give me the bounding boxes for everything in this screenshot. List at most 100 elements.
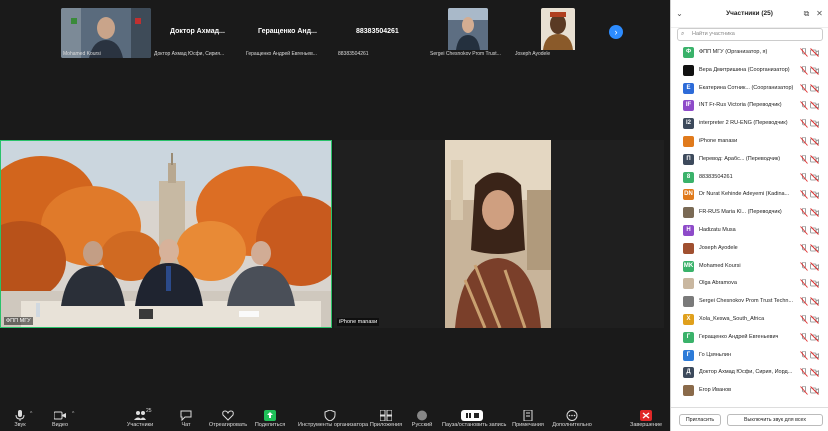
muted-mic-icon[interactable] [800,136,808,146]
meeting-area: Mohamed Koursi Доктор Ахмад... Доктор Ах… [0,0,670,407]
mute-all-button[interactable]: Выключить звук для всех [727,414,823,426]
muted-mic-icon[interactable] [800,386,808,395]
muted-mic-icon[interactable] [800,261,808,271]
muted-mic-icon[interactable] [800,83,808,93]
video-off-icon[interactable] [810,190,819,200]
participant-row[interactable]: MK Mohamed Koursi [671,258,828,276]
participant-row[interactable]: Вера Дмитришина (Соорганизатор) [671,62,828,80]
invite-button[interactable]: Пригласить [679,414,721,426]
filmstrip-tile[interactable]: Доктор Ахмад... Доктор Ахмад Юсфи, Сирия… [152,8,242,58]
avatar [683,135,694,147]
video-off-icon[interactable] [810,315,819,324]
video-off-icon[interactable] [810,208,819,217]
filmstrip-tile[interactable]: Sergei Chesnokov Prom Trust... [428,8,518,58]
muted-mic-icon[interactable] [800,154,808,164]
avatar: Г [683,349,694,361]
participant-row[interactable]: FR-RUS Maria Kl... (Переводчик) [671,204,828,222]
participant-row[interactable]: Д Доктор Ахмад Юсфи, Сирия, Иорд... [671,364,828,382]
audio-button[interactable]: Звук [0,407,40,431]
participant-display-name: Доктор Ахмад... [170,28,225,35]
muted-mic-icon[interactable] [800,279,808,289]
video-options-caret-icon[interactable]: ^ [72,411,74,417]
muted-mic-icon[interactable] [800,332,808,342]
more-button[interactable]: Дополнительно [552,407,592,431]
muted-mic-icon[interactable] [800,208,808,217]
notes-button[interactable]: Примечания [508,407,548,431]
participant-row[interactable]: DN Dr Nurat Kehinde Adeyemi (Kadina... [671,186,828,204]
share-button[interactable]: Поделиться [250,407,290,431]
chat-button[interactable]: Чат [166,407,206,431]
video-off-icon[interactable] [810,65,819,75]
participant-row[interactable]: Joseph Ayodele [671,240,828,258]
avatar: IF [683,100,694,112]
participant-name: 88383504261 [699,173,733,180]
participant-row[interactable]: Е Екатерина Сотник... (Соорганизатор) [671,80,828,98]
muted-mic-icon[interactable] [800,297,808,306]
apps-button[interactable]: Приложения [366,407,406,431]
video-off-icon[interactable] [810,350,819,360]
video-off-icon[interactable] [810,172,819,182]
muted-mic-icon[interactable] [800,243,808,253]
participants-button[interactable]: Участники 25 [120,407,160,431]
video-off-icon[interactable] [810,119,819,129]
avatar: MK [683,260,694,272]
muted-mic-icon[interactable] [800,65,808,75]
video-off-icon[interactable] [810,154,819,164]
video-off-icon[interactable] [810,101,819,111]
audio-options-caret-icon[interactable]: ^ [30,411,32,417]
search-input[interactable]: Найти участника [677,28,823,41]
muted-mic-icon[interactable] [800,350,808,360]
video-off-icon[interactable] [810,279,819,289]
participant-name: Перевод: Арабс... (Переводчик) [699,155,781,162]
participants-icon [134,411,146,420]
participant-row[interactable]: I2 interpreter 2 RU-ENG (Переводчик) [671,115,828,133]
filmstrip-tile[interactable]: Mohamed Koursi [61,8,151,58]
muted-mic-icon[interactable] [800,48,808,57]
muted-mic-icon[interactable] [800,225,808,235]
video-off-icon[interactable] [810,297,819,306]
video-off-icon[interactable] [810,386,819,395]
chevron-right-icon[interactable]: › [609,25,623,39]
video-off-icon[interactable] [810,48,819,57]
participant-row[interactable]: Ф ФПП МГУ (Организатор, я) [671,44,828,62]
end-meeting-button[interactable]: Завершение [626,407,666,431]
video-off-icon[interactable] [810,137,819,146]
participant-row[interactable]: Olga Abramova [671,275,828,293]
interpretation-button[interactable]: Русский [402,407,442,431]
filmstrip-tile[interactable]: Геращенко Анд... Геращенко Андрей Евгень… [244,8,334,58]
video-off-icon[interactable] [810,83,819,93]
video-off-icon[interactable] [810,261,819,271]
participant-row[interactable]: Егор Иванов [671,382,828,400]
video-off-icon[interactable] [810,226,819,235]
participant-row[interactable]: IF INT Fr-Rus Victoria (Переводчик) [671,97,828,115]
muted-mic-icon[interactable] [800,172,808,182]
participant-name: interpreter 2 RU-ENG (Переводчик) [699,120,788,127]
avatar: H [683,224,694,236]
participant-row[interactable]: H Hadizatu Musa [671,222,828,240]
participant-row[interactable]: iPhone ⁣manasи⁣ [671,133,828,151]
pause-stop-recording-button[interactable]: Пауза/остановить запись [442,407,506,431]
video-off-icon[interactable] [810,368,819,378]
video-icon [54,411,66,420]
participant-row[interactable]: Sergei Chesnokov Prom Trust Techn... [671,293,828,311]
muted-mic-icon[interactable] [800,368,808,378]
video-off-icon[interactable] [810,332,819,342]
participant-row[interactable]: X Xola_Keswa_South_Africa [671,311,828,329]
video-tile-main[interactable]: ФПП МГУ [0,140,332,328]
video-tile-main[interactable]: iPhone ⁣manasи⁣ [334,140,664,328]
participant-row[interactable]: Г Го Цзяньлин [671,347,828,365]
muted-mic-icon[interactable] [800,101,808,111]
muted-mic-icon[interactable] [800,190,808,200]
host-tools-button[interactable]: Инструменты организатора [298,407,368,431]
popout-icon[interactable]: ⧉ [802,9,811,18]
participant-row[interactable]: 8 88383504261 [671,169,828,187]
filmstrip-tile[interactable]: Joseph Ayodele [513,8,603,58]
video-off-icon[interactable] [810,243,819,253]
close-icon[interactable]: ✕ [815,9,824,18]
muted-mic-icon[interactable] [800,314,808,324]
participant-row[interactable]: Г Геращенко Андрей Евгеньевич [671,329,828,347]
filmstrip-tile[interactable]: 88383504261 88383504261 [336,8,426,58]
react-button[interactable]: Отреагировать [206,407,250,431]
participant-row[interactable]: П Перевод: Арабс... (Переводчик) [671,151,828,169]
muted-mic-icon[interactable] [800,119,808,128]
